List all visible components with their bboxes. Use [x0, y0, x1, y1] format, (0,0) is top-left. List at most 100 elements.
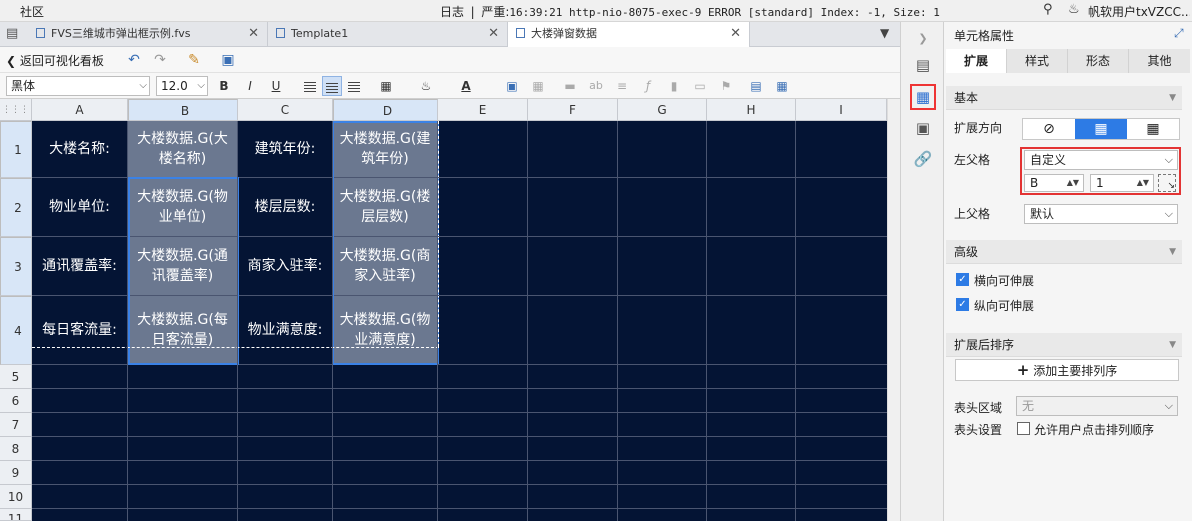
section-advanced[interactable]: 高级 ▼	[946, 240, 1182, 264]
cell-d2[interactable]: 大楼数据.G(楼层层数)	[333, 178, 438, 237]
cell-a3[interactable]: 通讯覆盖率:	[32, 237, 128, 296]
row-header[interactable]: 2	[0, 178, 32, 237]
cell-b2[interactable]: 大楼数据.G(物业单位)	[128, 178, 238, 237]
log-label[interactable]: 日志	[440, 5, 464, 19]
cell-d4[interactable]: 大楼数据.G(物业满意度)	[333, 296, 438, 365]
row-header[interactable]: 3	[0, 237, 32, 296]
insert-richtext-icon[interactable]: ≡	[612, 76, 632, 96]
cell-a4[interactable]: 每日客流量:	[32, 296, 128, 365]
cell-b1[interactable]: 大楼数据.G(大楼名称)	[128, 121, 238, 178]
tab-style[interactable]: 样式	[1007, 49, 1068, 73]
underline-button[interactable]: U	[266, 76, 286, 96]
close-icon[interactable]: ✕	[488, 22, 499, 46]
left-parent-select[interactable]: 自定义 ⌵	[1024, 150, 1178, 170]
column-header[interactable]: A	[32, 99, 128, 121]
bell-icon[interactable]: ♨	[1068, 2, 1080, 17]
header-area-select[interactable]: 无 ⌵	[1016, 396, 1178, 416]
cell-d1[interactable]: 大楼数据.G(建筑年份)	[333, 121, 438, 178]
column-header[interactable]: H	[707, 99, 796, 121]
community-link[interactable]: 社区	[20, 3, 44, 20]
horiz-expand-checkbox[interactable]: ✓	[956, 273, 969, 286]
row-header[interactable]: 8	[0, 437, 32, 461]
bold-button[interactable]: B	[214, 76, 234, 96]
cell-a2[interactable]: 物业单位:	[32, 178, 128, 237]
insert-formula-icon[interactable]: ƒ	[638, 76, 658, 96]
toggle-panel-icon[interactable]: ▤	[6, 26, 18, 41]
column-header[interactable]: G	[618, 99, 707, 121]
left-parent-row-input[interactable]: 1 ▲▼	[1090, 174, 1154, 192]
no-expand-icon[interactable]: ⊘	[1023, 119, 1075, 139]
insert-sub-report-icon[interactable]: ⚑	[716, 76, 736, 96]
italic-button[interactable]: I	[240, 76, 260, 96]
cell-c1[interactable]: 建筑年份:	[238, 121, 333, 178]
text-color-button[interactable]: A	[456, 76, 476, 96]
left-parent-column-input[interactable]: B ▲▼	[1024, 174, 1084, 192]
font-size-select[interactable]: 12.0 ⌵	[156, 76, 208, 96]
row-header[interactable]: 7	[0, 413, 32, 437]
add-sort-button[interactable]: + 添加主要排列序	[955, 359, 1179, 381]
column-header[interactable]: E	[438, 99, 528, 121]
row-header[interactable]: 9	[0, 461, 32, 485]
redo-icon[interactable]: ↷	[150, 50, 170, 70]
row-header[interactable]: 11	[0, 509, 32, 521]
tab-other[interactable]: 其他	[1129, 49, 1190, 73]
format-brush-icon[interactable]: ✎	[184, 50, 204, 70]
tab-form[interactable]: 形态	[1068, 49, 1129, 73]
cell-c4[interactable]: 物业满意度:	[238, 296, 333, 365]
select-all-corner[interactable]: ⋮⋮⋮	[0, 99, 32, 121]
pick-cell-icon[interactable]: ↘	[1158, 174, 1176, 192]
spinner-icon[interactable]: ▲▼	[1067, 175, 1079, 191]
insert-slider-icon[interactable]: ▭	[690, 76, 710, 96]
section-sort[interactable]: 扩展后排序 ▼	[946, 333, 1182, 357]
fill-color-icon[interactable]: ♨	[416, 76, 436, 96]
column-header[interactable]: B	[128, 99, 238, 121]
tab-expand[interactable]: 扩展	[946, 49, 1007, 73]
insert-ab-icon[interactable]: ab	[586, 76, 606, 96]
cell-c3[interactable]: 商家入驻率:	[238, 237, 333, 296]
row-header[interactable]: 6	[0, 389, 32, 413]
align-center-icon[interactable]	[322, 76, 342, 96]
widget-settings-icon[interactable]: ▣	[912, 117, 934, 139]
insert-text-icon[interactable]: ▬	[560, 76, 580, 96]
freeze-icon[interactable]: ▤	[746, 76, 766, 96]
cell-properties-icon[interactable]: ▦	[910, 84, 936, 110]
close-icon[interactable]: ✕	[248, 22, 259, 46]
cell-d3[interactable]: 大楼数据.G(商家入驻率)	[333, 237, 438, 296]
align-left-icon[interactable]	[300, 76, 320, 96]
column-header[interactable]: F	[528, 99, 618, 121]
border-icon[interactable]: ▦	[376, 76, 396, 96]
tab-fvs-city[interactable]: FVS三维城市弹出框示例.fvs ✕	[28, 22, 268, 47]
search-icon[interactable]: ⚲	[1043, 2, 1053, 17]
horizontal-expand-icon[interactable]: ▦	[1127, 119, 1179, 139]
hyperlink-icon[interactable]: 🔗	[912, 148, 934, 170]
vert-expand-checkbox[interactable]: ✓	[956, 298, 969, 311]
row-header[interactable]: 4	[0, 296, 32, 365]
back-to-dashboard-button[interactable]: ❮ 返回可视化看板	[6, 52, 104, 69]
user-name[interactable]: 帆软用户txVZCC...	[1088, 3, 1190, 20]
cell-a1[interactable]: 大楼名称:	[32, 121, 128, 178]
align-right-icon[interactable]	[344, 76, 364, 96]
upper-parent-select[interactable]: 默认 ⌵	[1024, 204, 1178, 224]
font-family-select[interactable]: 黑体 ⌵	[6, 76, 150, 96]
allow-sort-checkbox[interactable]	[1017, 422, 1030, 435]
cell-b4[interactable]: 大楼数据.G(每日客流量)	[128, 296, 238, 365]
tab-template1[interactable]: Template1 ✕	[268, 22, 508, 47]
column-header[interactable]: I	[796, 99, 887, 121]
section-basic[interactable]: 基本 ▼	[946, 86, 1182, 110]
vertical-scrollbar[interactable]	[887, 99, 900, 521]
template-icon[interactable]: ▤	[912, 54, 934, 76]
vertical-expand-icon[interactable]: ▦	[1075, 119, 1127, 139]
preview-icon[interactable]: ▣	[218, 50, 238, 70]
tab-list-icon[interactable]: ▼	[880, 26, 889, 40]
layout-icon[interactable]: ▦	[772, 76, 792, 96]
merge-cells-icon[interactable]: ▦	[528, 76, 548, 96]
cell-c2[interactable]: 楼层层数:	[238, 178, 333, 237]
undo-icon[interactable]: ↶	[124, 50, 144, 70]
tab-building-popup-data[interactable]: 大楼弹窗数据 ✕	[508, 22, 750, 48]
spinner-icon[interactable]: ▲▼	[1137, 175, 1149, 191]
row-header[interactable]: 1	[0, 121, 32, 178]
expand-panel-icon[interactable]: ⤢	[1174, 26, 1184, 41]
insert-image-icon[interactable]: ▣	[502, 76, 522, 96]
column-header[interactable]: C	[238, 99, 333, 121]
cell-b3[interactable]: 大楼数据.G(通讯覆盖率)	[128, 237, 238, 296]
